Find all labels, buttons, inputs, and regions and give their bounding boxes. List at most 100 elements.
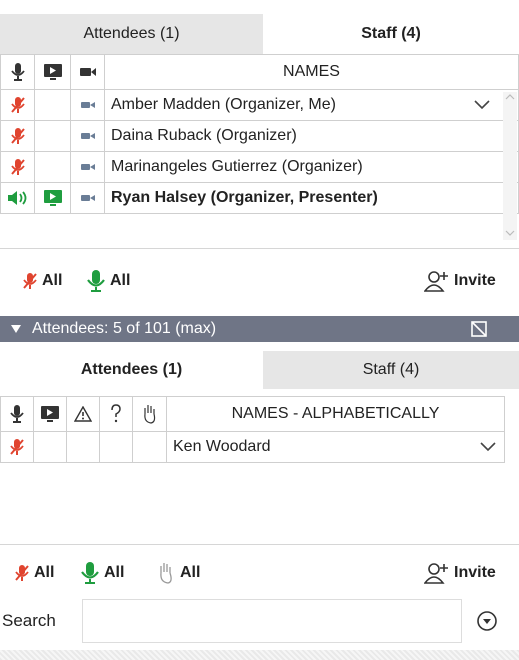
participant-name: Ken Woodard — [173, 438, 271, 455]
row-name-cell[interactable]: Daina Ruback (Organizer) — [104, 120, 519, 152]
row-camera-cell[interactable] — [70, 151, 105, 183]
collapse-triangle-icon[interactable] — [10, 324, 22, 334]
scroll-down-icon[interactable] — [503, 228, 517, 238]
row-camera-cell[interactable] — [70, 89, 105, 121]
scroll-up-icon[interactable] — [503, 92, 517, 102]
top-tabs: Attendees (1) Staff (4) — [0, 14, 519, 54]
divider — [0, 544, 519, 545]
chevron-down-icon[interactable] — [474, 100, 490, 110]
row-warning-cell — [66, 431, 100, 463]
camera-icon — [80, 164, 95, 170]
table-row[interactable]: Ryan Halsey (Organizer, Presenter) — [0, 182, 519, 214]
invite-label: Invite — [454, 272, 496, 289]
divider — [0, 248, 519, 249]
participant-name: Daina Ruback (Organizer) — [111, 127, 297, 144]
row-name-cell[interactable]: Amber Madden (Organizer, Me) — [104, 89, 519, 121]
row-name-cell[interactable]: Marinangeles Gutierrez (Organizer) — [104, 151, 519, 183]
row-name-cell[interactable]: Ken Woodard — [166, 431, 505, 463]
vertical-scrollbar[interactable] — [503, 92, 517, 240]
muted-microphone-icon[interactable] — [10, 158, 26, 176]
search-bar: Search — [0, 596, 519, 646]
bottom-tabs: Attendees (1) Staff (4) — [0, 351, 519, 389]
participant-name: Ryan Halsey (Organizer, Presenter) — [111, 189, 378, 206]
resize-grip[interactable] — [0, 650, 519, 660]
camera-icon — [79, 68, 96, 76]
raise-hand-icon — [143, 405, 155, 424]
table-row[interactable]: Daina Ruback (Organizer) — [0, 120, 519, 152]
row-share-cell — [33, 431, 67, 463]
participant-name: Amber Madden (Organizer, Me) — [111, 96, 336, 113]
row-mic-cell[interactable] — [0, 89, 35, 121]
add-person-icon — [424, 563, 448, 584]
lower-hands-label: All — [180, 564, 201, 581]
row-question-cell — [99, 431, 133, 463]
bottom-footer: All All All Invite — [0, 556, 519, 590]
muted-microphone-icon[interactable] — [10, 96, 26, 114]
table-header: NAMES — [0, 54, 519, 90]
row-camera-cell[interactable] — [70, 182, 105, 214]
tab-staff[interactable]: Staff (4) — [263, 351, 519, 389]
popout-icon[interactable] — [470, 320, 488, 338]
row-share-cell — [34, 151, 71, 183]
table-row[interactable]: Amber Madden (Organizer, Me) — [0, 89, 519, 121]
speaking-icon[interactable] — [7, 190, 29, 206]
share-column-header[interactable] — [34, 54, 71, 90]
search-label: Search — [2, 611, 56, 630]
attendees-table: NAMES - ALPHABETICALLY Ken Woodard — [0, 396, 505, 463]
unmute-all-label: All — [104, 564, 125, 581]
row-share-cell — [34, 120, 71, 152]
unmute-all-button[interactable]: All — [86, 269, 130, 293]
dropdown-circle-icon[interactable] — [476, 610, 498, 632]
camera-icon — [80, 102, 95, 108]
muted-microphone-icon — [15, 565, 29, 581]
mic-column-header[interactable] — [0, 54, 35, 90]
muted-microphone-icon[interactable] — [9, 438, 25, 456]
row-mic-cell[interactable] — [0, 120, 35, 152]
question-column-header[interactable] — [99, 396, 133, 432]
names-column-header[interactable]: NAMES — [104, 54, 519, 90]
microphone-icon — [10, 405, 24, 423]
invite-button[interactable]: Invite — [424, 562, 496, 584]
mute-all-button[interactable]: All — [22, 272, 62, 290]
table-row[interactable]: Marinangeles Gutierrez (Organizer) — [0, 151, 519, 183]
camera-icon — [80, 133, 95, 139]
invite-label: Invite — [454, 564, 496, 581]
tab-attendees[interactable]: Attendees (1) — [0, 351, 263, 389]
raise-hand-column-header[interactable] — [132, 396, 167, 432]
names-column-header[interactable]: NAMES - ALPHABETICALLY — [166, 396, 505, 432]
row-hand-cell — [132, 431, 167, 463]
unmute-all-button[interactable]: All — [80, 561, 124, 585]
participant-name: Marinangeles Gutierrez (Organizer) — [111, 158, 363, 175]
muted-microphone-icon[interactable] — [10, 127, 26, 145]
row-mic-cell[interactable] — [0, 431, 34, 463]
tab-staff[interactable]: Staff (4) — [263, 14, 519, 54]
presenter-icon[interactable] — [43, 189, 63, 207]
attendees-header-bar[interactable]: Attendees: 5 of 101 (max) — [0, 316, 519, 342]
mute-all-label: All — [34, 564, 55, 581]
question-icon — [111, 404, 121, 423]
camera-column-header[interactable] — [70, 54, 105, 90]
row-mic-cell[interactable] — [0, 182, 35, 214]
microphone-icon — [81, 562, 99, 584]
row-mic-cell[interactable] — [0, 151, 35, 183]
search-input[interactable] — [82, 599, 462, 643]
muted-microphone-icon — [23, 273, 37, 289]
share-column-header[interactable] — [33, 396, 67, 432]
row-camera-cell[interactable] — [70, 120, 105, 152]
chevron-down-icon[interactable] — [480, 442, 496, 452]
attendees-header-title: Attendees: 5 of 101 (max) — [32, 320, 217, 337]
mute-all-button[interactable]: All — [14, 564, 54, 582]
raise-hand-icon — [160, 563, 172, 584]
tab-attendees[interactable]: Attendees (1) — [0, 14, 263, 54]
row-share-cell[interactable] — [34, 182, 71, 214]
unmute-all-label: All — [110, 272, 131, 289]
mute-all-label: All — [42, 272, 63, 289]
mic-column-header[interactable] — [0, 396, 34, 432]
invite-button[interactable]: Invite — [424, 270, 496, 292]
row-share-cell — [34, 89, 71, 121]
row-name-cell[interactable]: Ryan Halsey (Organizer, Presenter) — [104, 182, 519, 214]
table-row[interactable]: Ken Woodard — [0, 431, 505, 463]
lower-hands-button[interactable]: All — [156, 562, 200, 584]
table-header: NAMES - ALPHABETICALLY — [0, 396, 505, 432]
warning-column-header[interactable] — [66, 396, 100, 432]
